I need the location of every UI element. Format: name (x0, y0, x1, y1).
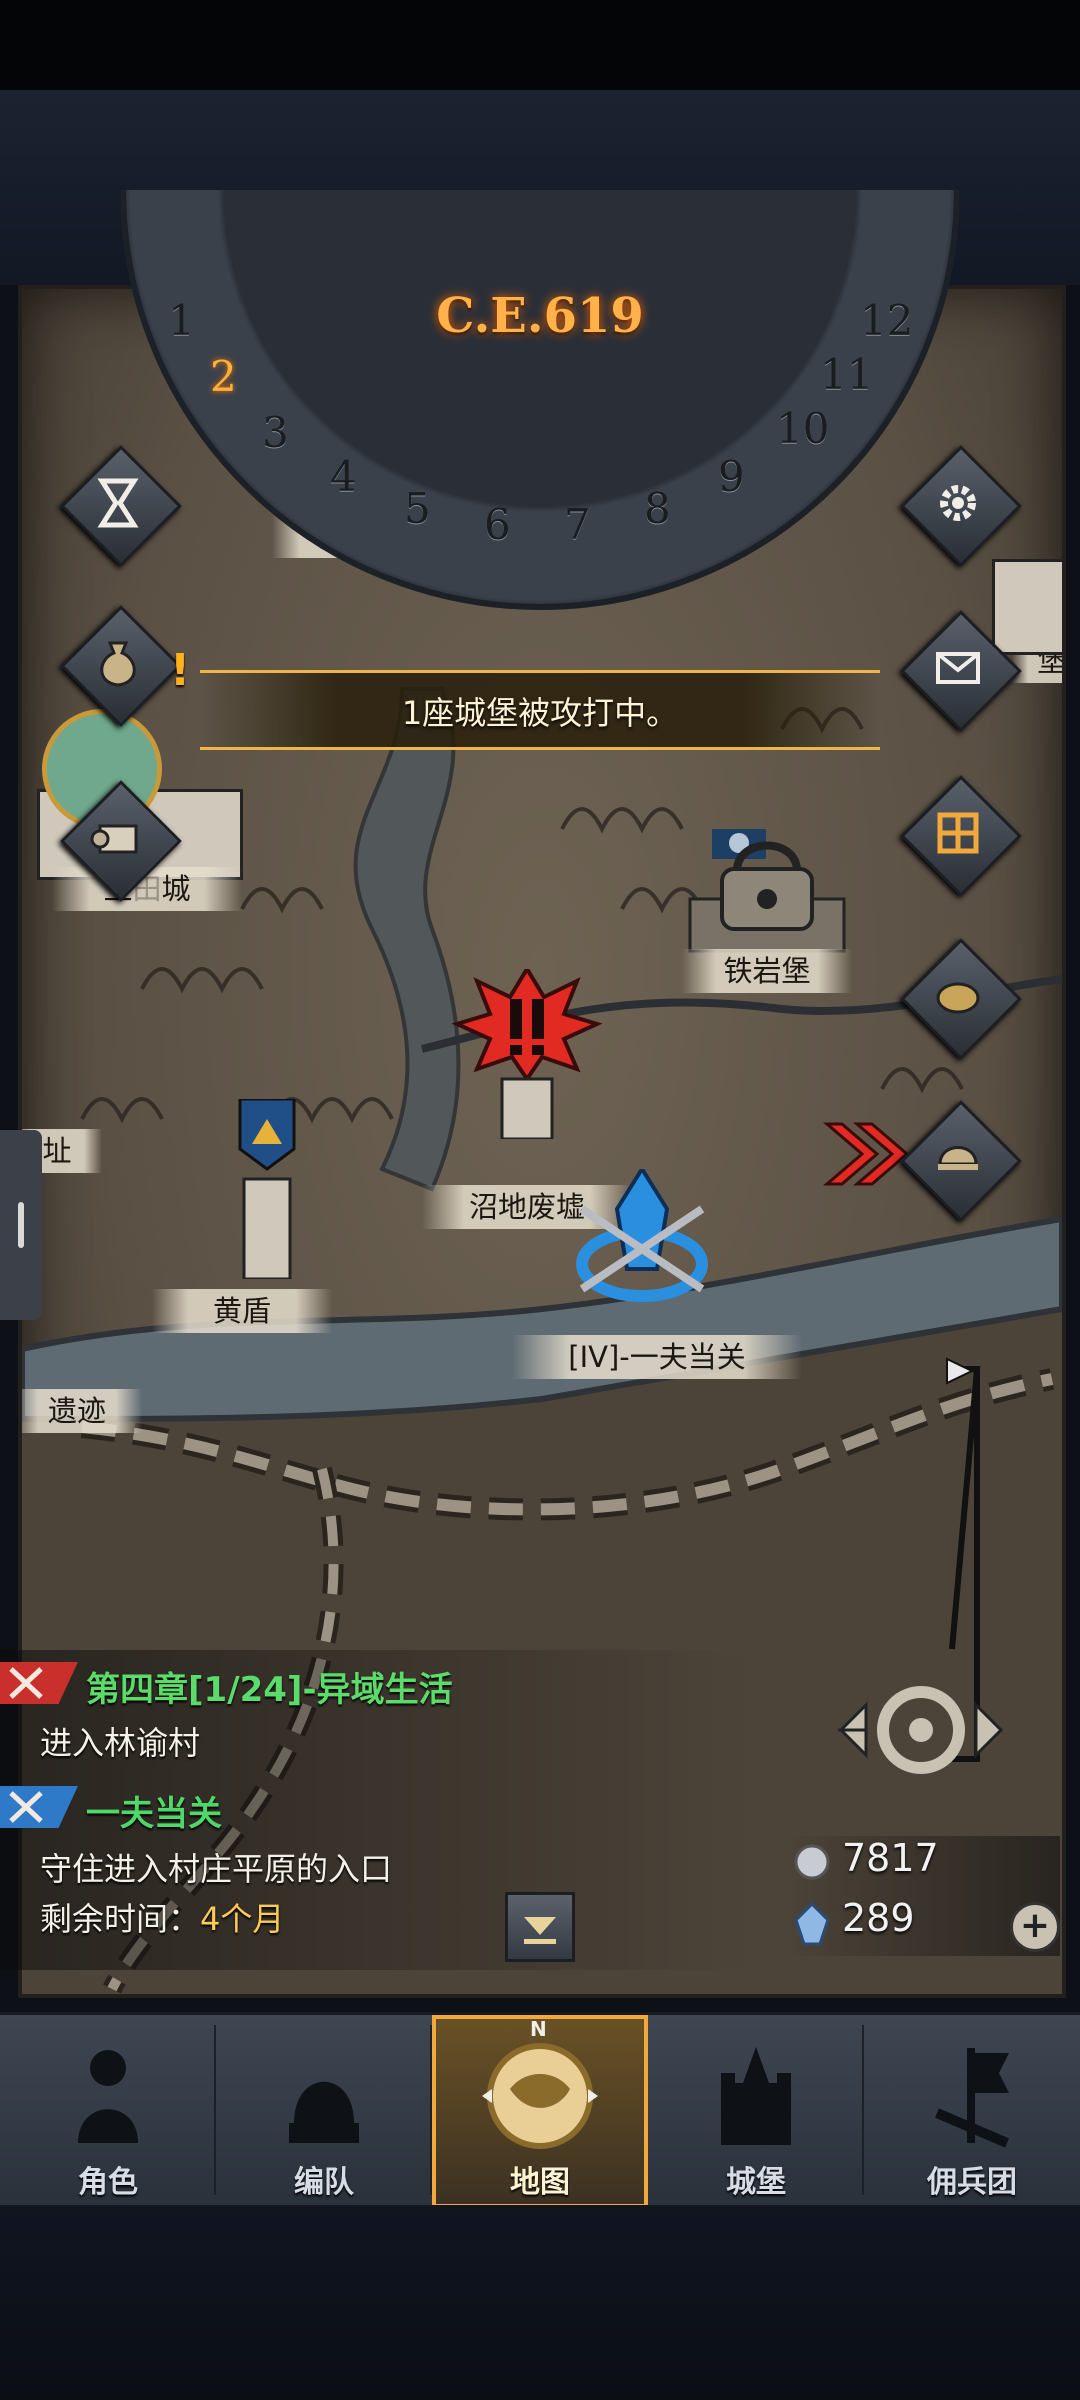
silver-amount: 7817 (842, 1836, 939, 1880)
nav-mercenary[interactable]: 佣兵团 (864, 2015, 1080, 2208)
month-8[interactable]: 8 (644, 484, 671, 533)
mail-button[interactable] (900, 610, 1022, 732)
month-12[interactable]: 12 (860, 296, 913, 345)
double-chevron-icon[interactable] (822, 1114, 912, 1194)
location-label: 黄盾 (152, 1289, 332, 1333)
locate-target-icon[interactable] (836, 1675, 1006, 1785)
collapse-button[interactable] (505, 1892, 575, 1962)
month-2[interactable]: 2 (210, 352, 237, 401)
month-7[interactable]: 7 (564, 500, 591, 549)
player-outpost[interactable] (562, 1165, 722, 1309)
month-9[interactable]: 9 (718, 452, 745, 501)
crossed-swords-icon (9, 1667, 43, 1699)
crystal-icon (794, 1902, 830, 1946)
blue-sword-emblem-icon (576, 1165, 708, 1302)
main-quest-title[interactable]: 第四章[1/24]-异域生活 (86, 1662, 453, 1711)
silver-coin-icon (794, 1844, 830, 1880)
nav-map[interactable]: N 地图 (432, 2015, 648, 2208)
month-3[interactable]: 3 (262, 408, 289, 457)
calendar-dial[interactable] (120, 190, 960, 610)
year-display: C.E.619 (436, 288, 644, 344)
mercenary-banner-icon (935, 2048, 1009, 2148)
compass-north-label: N (530, 2017, 547, 2041)
helmet-icon (938, 1146, 978, 1170)
enemy-tower-swamp[interactable] (451, 965, 603, 1141)
location-label: 铁岩堡 (682, 949, 852, 993)
month-10[interactable]: 10 (776, 404, 829, 453)
money-bag-icon (100, 641, 136, 687)
month-11[interactable]: 11 (820, 350, 873, 399)
month-5[interactable]: 5 (404, 484, 431, 533)
tower-huangdun[interactable] (222, 1097, 312, 1281)
mail-icon (936, 652, 980, 684)
system-nav-area (0, 2205, 1080, 2400)
main-quest-detail: 进入林谕村 (40, 1724, 201, 1762)
hourglass-button[interactable] (60, 445, 182, 567)
month-1[interactable]: 1 (168, 296, 195, 345)
status-bar-area (0, 0, 1080, 90)
banner-tower-icon (238, 1097, 296, 1281)
scroll-button[interactable] (60, 780, 182, 902)
grid-icon (937, 812, 979, 854)
nav-castle[interactable]: 城堡 (648, 2015, 864, 2208)
location-label: 遗迹 (22, 1389, 142, 1433)
crossed-swords-icon (9, 1791, 43, 1823)
side-quest-time: 剩余时间：4个月 (40, 1900, 285, 1938)
grid-button[interactable] (900, 775, 1022, 897)
crystal-amount: 289 (842, 1896, 915, 1940)
alert-mark: ! (170, 645, 191, 696)
settings-button[interactable] (900, 445, 1022, 567)
knight-icon (78, 2050, 138, 2143)
bottom-navigation: 角色 编队 N 地图 城堡 佣兵团 (0, 2012, 1080, 2208)
compass-map-icon (482, 2043, 598, 2149)
add-crystal-button[interactable]: + (1010, 1902, 1060, 1952)
helmet-button[interactable] (900, 1100, 1022, 1222)
scroll-icon (90, 824, 138, 854)
nav-formation[interactable]: 编队 (216, 2015, 432, 2208)
location-label: [IV]-一夫当关 (512, 1335, 802, 1379)
month-4[interactable]: 4 (330, 452, 357, 501)
red-alert-icon (451, 965, 603, 1141)
month-6[interactable]: 6 (484, 500, 511, 549)
side-quest-detail: 守住进入村庄平原的入口 (40, 1850, 393, 1888)
helmet-squad-icon (289, 2081, 359, 2143)
collapse-down-icon (524, 1917, 556, 1944)
fort-tiejubao[interactable] (682, 809, 852, 959)
side-quest-title[interactable]: 一夫当关 (86, 1786, 222, 1835)
coin-button[interactable] (900, 938, 1022, 1060)
coin-icon (936, 982, 980, 1014)
money-bag-button[interactable] (60, 605, 182, 727)
nav-character[interactable]: 角色 (0, 2015, 216, 2208)
siege-notice-text: 1座城堡被攻打中。 (401, 694, 679, 732)
side-drawer-handle[interactable] (0, 1130, 42, 1320)
locked-castle-icon (688, 829, 846, 953)
gear-icon (940, 485, 976, 521)
castle-icon (721, 2047, 791, 2145)
hourglass-icon (97, 478, 139, 528)
